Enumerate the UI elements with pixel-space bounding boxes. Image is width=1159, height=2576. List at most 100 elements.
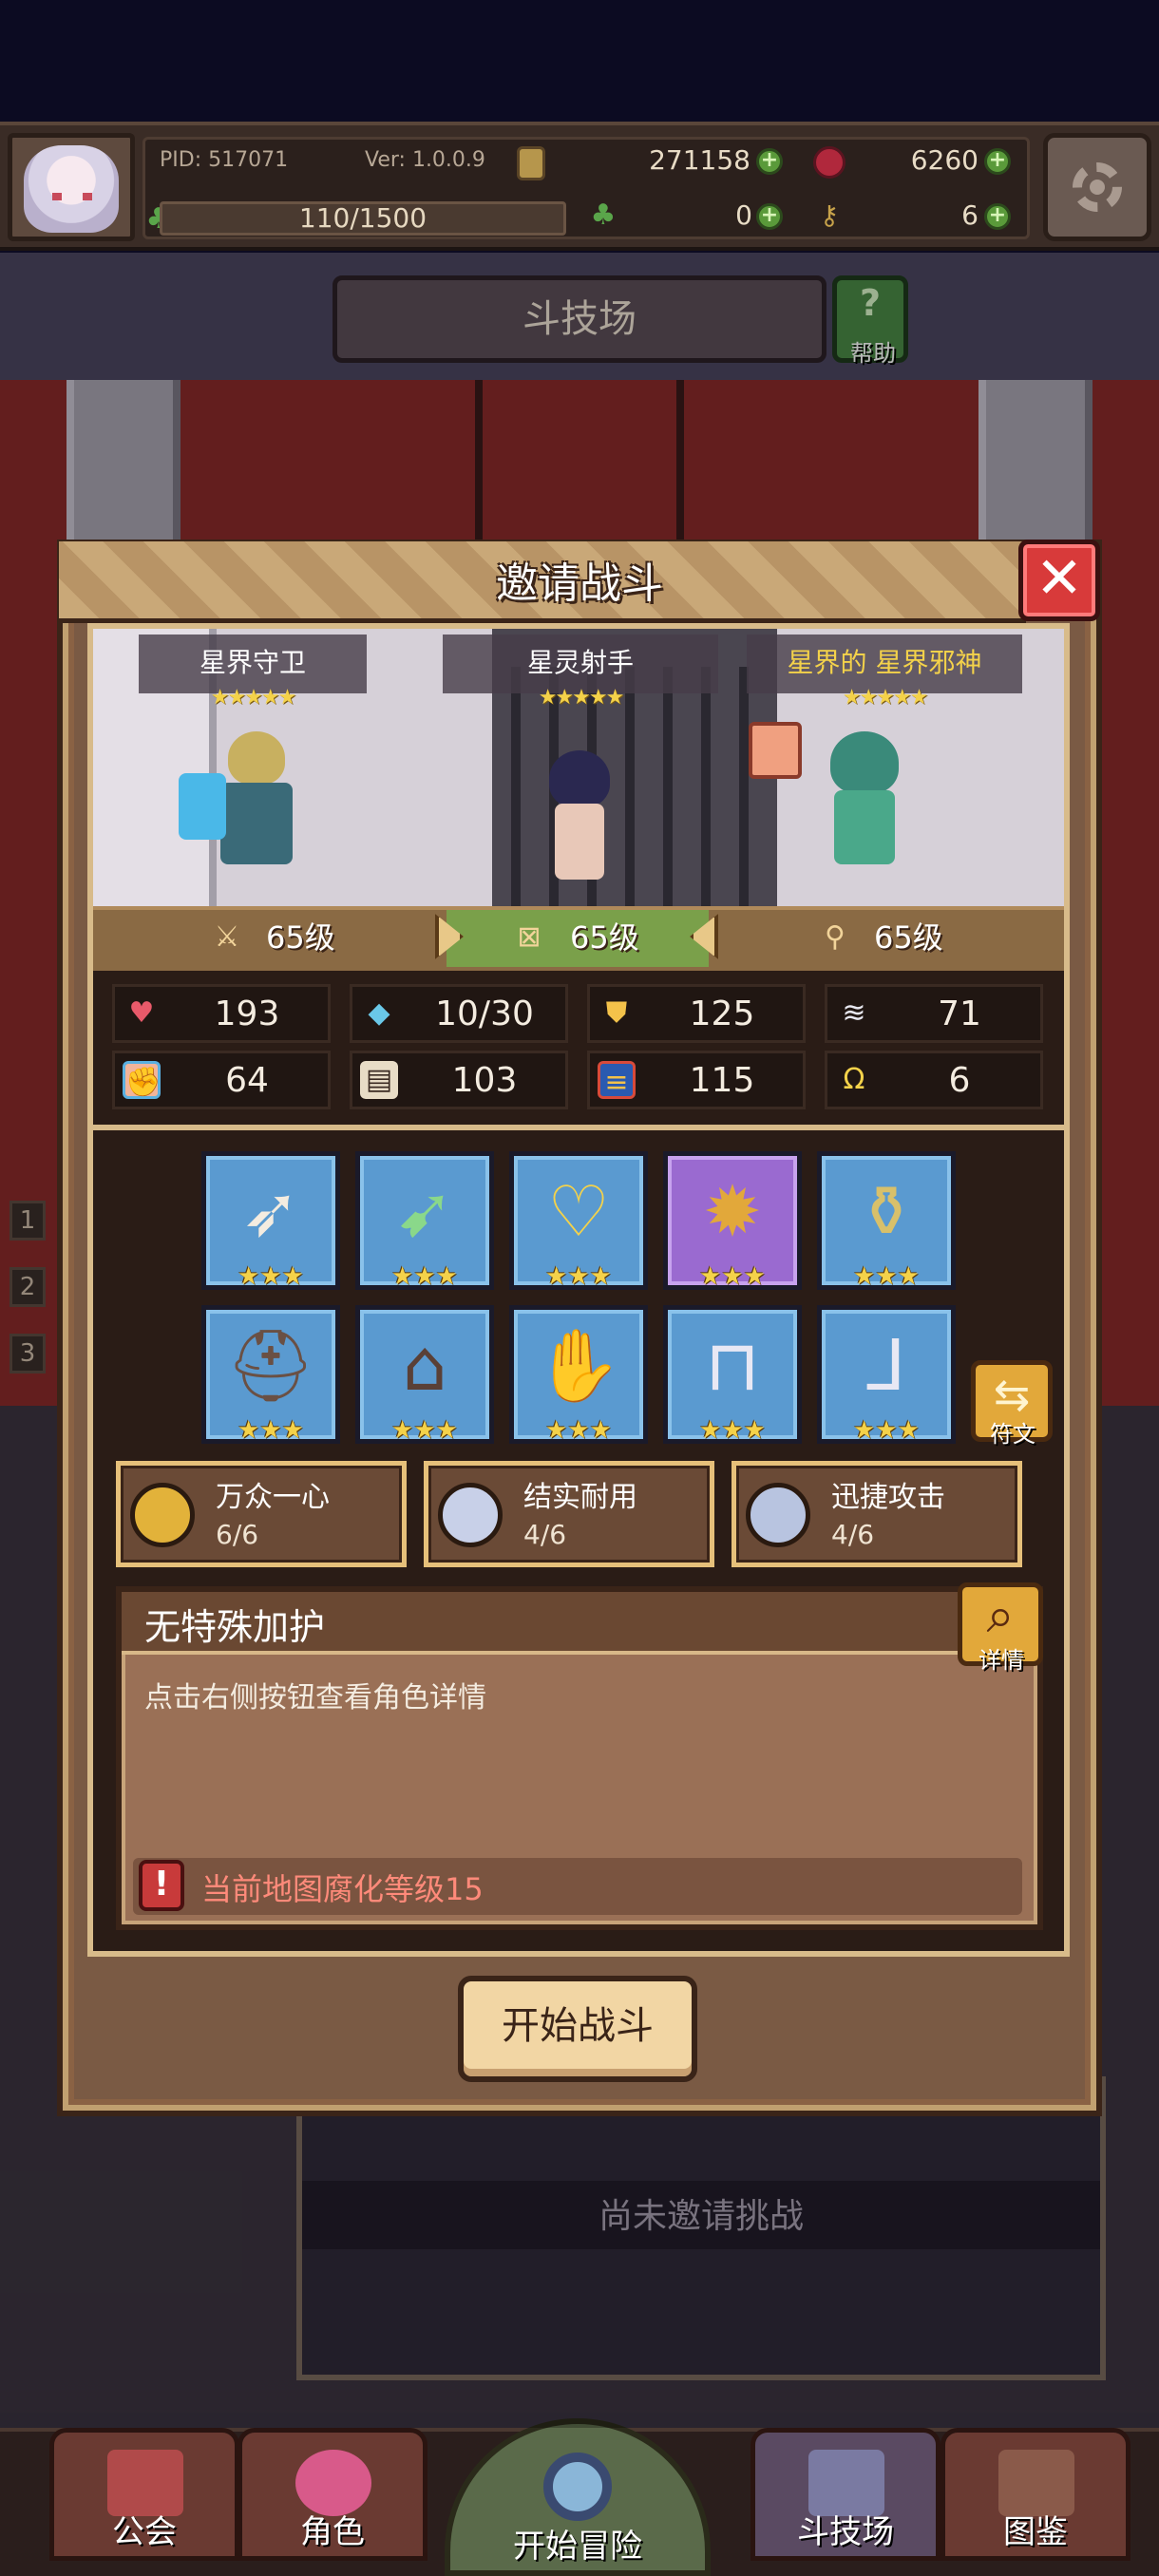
gloves-icon: ✋ <box>534 1325 623 1407</box>
stat-value: 193 <box>214 994 280 1033</box>
nav-guild[interactable]: 公会 <box>49 2428 239 2561</box>
hero-sprite-evil-god[interactable] <box>808 731 922 874</box>
stat-skill: ≡ 115 <box>587 1051 806 1109</box>
magnifier-icon: ⌕ <box>986 1587 1015 1644</box>
key-icon: ⚷ <box>819 199 840 231</box>
blessing-title: 无特殊加护 <box>144 1606 326 1648</box>
stat-defense: ⛊ 125 <box>587 984 806 1043</box>
nav-arena[interactable]: 斗技场 <box>750 2428 940 2561</box>
stat-luck: Ω 6 <box>825 1051 1043 1109</box>
avatar-portrait <box>24 145 119 233</box>
nav-label: 公会 <box>112 2513 177 2551</box>
stat-value: 10/30 <box>435 994 534 1033</box>
blessing-description: 点击右侧按钮查看角色详情 <box>144 1681 486 1714</box>
equip-slot-gloves[interactable]: ✋ ★★★ <box>509 1305 648 1445</box>
equip-slot-robe[interactable]: ⌂ ★★★ <box>355 1305 494 1445</box>
equip-stars: ★★★ <box>391 1416 458 1445</box>
clover-icon: ♣ <box>590 199 617 232</box>
hood-icon: ⛑ <box>226 1325 315 1407</box>
divider <box>93 1125 1064 1130</box>
stat-value: 103 <box>451 1061 518 1100</box>
equip-slot-hood[interactable]: ⛑ ★★★ <box>201 1305 340 1445</box>
stat-value: 125 <box>689 994 755 1033</box>
add-gold-button[interactable]: + <box>756 148 783 175</box>
stat-speed: ≋ 71 <box>825 984 1043 1043</box>
set-progress: 4/6 <box>831 1519 875 1550</box>
staff-icon: ⚲ <box>825 920 846 954</box>
add-clover-button[interactable]: + <box>756 203 783 230</box>
belt-icon: ⊓ <box>705 1325 760 1407</box>
bow-class-icon: ⊠ <box>517 920 542 954</box>
player-avatar[interactable] <box>8 133 135 241</box>
magnifier-icon <box>543 2453 612 2521</box>
fist-icon: ✊ <box>123 1061 161 1099</box>
hero-sprite-guardian[interactable] <box>179 731 314 874</box>
necklace-icon: ♡ <box>546 1171 611 1253</box>
stat-mana: ◆ 10/30 <box>350 984 568 1043</box>
start-battle-button[interactable]: 开始战斗 <box>458 1976 697 2082</box>
hero-stars-2: ★★★★★ <box>538 686 625 710</box>
nav-codex[interactable]: 图鉴 <box>940 2428 1130 2561</box>
amulet-icon: ✹ <box>702 1171 762 1253</box>
equip-slot-necklace[interactable]: ♡ ★★★ <box>509 1151 648 1291</box>
corruption-warning: 当前地图腐化等级15 <box>201 1871 484 1907</box>
stat-value: 64 <box>225 1061 269 1100</box>
nav-label: 角色 <box>300 2513 365 2551</box>
player-id: PID: 517071 <box>160 148 289 172</box>
mana-drop-icon: ◆ <box>368 996 390 1030</box>
equip-stars: ★★★ <box>545 1416 612 1445</box>
set-bonus-1[interactable]: 万众一心 6/6 <box>116 1461 407 1567</box>
equip-stars: ★★★ <box>853 1416 920 1445</box>
equip-slot-boots[interactable]: ⅃ ★★★ <box>817 1305 956 1445</box>
hero-level-2: 65级 <box>570 919 639 956</box>
set-name: 结实耐用 <box>523 1481 637 1514</box>
hero-name-1: 星界守卫 <box>139 635 367 693</box>
avatar-eye <box>83 193 92 200</box>
equip-slot-arrow[interactable]: ➹ ★★★ <box>355 1151 494 1291</box>
equip-slot-amulet[interactable]: ✹ ★★★ <box>663 1151 802 1291</box>
stat-health: ♥ 193 <box>112 984 331 1043</box>
add-key-button[interactable]: + <box>984 203 1011 230</box>
gem-amount: 6260 <box>910 144 978 176</box>
equip-stars: ★★★ <box>391 1262 458 1291</box>
scroll-icon: ≡ <box>598 1061 636 1099</box>
ring-icon: ⚱ <box>856 1171 916 1253</box>
wing-icon: ≋ <box>842 996 866 1030</box>
hero-level-3: 65级 <box>874 919 943 956</box>
gem-icon <box>813 146 846 179</box>
energy-bar: 110/1500 <box>160 201 566 236</box>
shield-icon: ⛊ <box>605 996 628 1030</box>
sprite-head <box>228 731 285 785</box>
sprite-body <box>220 783 293 864</box>
arrow-icon: ➹ <box>394 1171 454 1253</box>
set-bonus-2[interactable]: 结实耐用 4/6 <box>424 1461 714 1567</box>
set-bonus-3[interactable]: 迅捷攻击 4/6 <box>732 1461 1022 1567</box>
stat-value: 6 <box>948 1061 971 1100</box>
set-icon-silver <box>438 1483 503 1547</box>
settings-button[interactable] <box>1043 133 1151 241</box>
gold-coin-icon <box>517 146 545 180</box>
robe-icon: ⌂ <box>402 1325 447 1407</box>
game-version: Ver: 1.0.0.9 <box>365 148 485 172</box>
equip-stars: ★★★ <box>699 1262 766 1291</box>
equip-stars: ★★★ <box>545 1262 612 1291</box>
nav-character[interactable]: 角色 <box>238 2428 428 2561</box>
hero-sprite-archer[interactable] <box>522 750 636 893</box>
close-button[interactable]: ✕ <box>1018 540 1100 621</box>
hero-name-2: 星灵射手 <box>443 635 718 693</box>
equip-slot-belt[interactable]: ⊓ ★★★ <box>663 1305 802 1445</box>
add-gem-button[interactable]: + <box>984 148 1011 175</box>
equip-slot-bow[interactable]: ➶ ★★★ <box>201 1151 340 1291</box>
sprite-body <box>555 804 604 880</box>
equip-stars: ★★★ <box>853 1262 920 1291</box>
key-amount: 6 <box>961 199 978 231</box>
swap-hero-button[interactable] <box>749 722 802 779</box>
hero-level-1: 65级 <box>266 919 335 956</box>
set-progress: 6/6 <box>216 1519 259 1550</box>
set-progress: 4/6 <box>523 1519 567 1550</box>
nav-label: 开始冒险 <box>513 2528 642 2566</box>
set-icon-gold <box>130 1483 195 1547</box>
stat-attack: ✊ 64 <box>112 1051 331 1109</box>
sprite-weapon <box>179 773 226 840</box>
equip-slot-ring[interactable]: ⚱ ★★★ <box>817 1151 956 1291</box>
